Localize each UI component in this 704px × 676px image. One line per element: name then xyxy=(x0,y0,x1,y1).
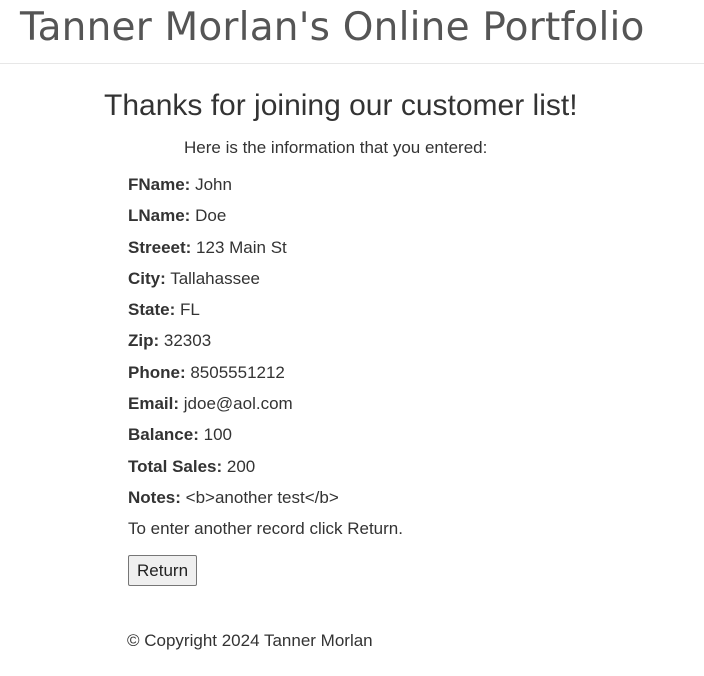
field-city: City: Tallahassee xyxy=(128,267,339,298)
field-label: Streeet: xyxy=(128,237,192,257)
field-label: Balance: xyxy=(128,425,199,445)
field-value: 123 Main St xyxy=(196,237,287,257)
site-title: Tanner Morlan's Online Portfolio xyxy=(20,5,645,50)
field-email: Email: jdoe@aol.com xyxy=(128,392,339,423)
page-title: Thanks for joining our customer list! xyxy=(104,89,578,122)
field-state: State: FL xyxy=(128,298,339,329)
field-phone: Phone: 8505551212 xyxy=(128,361,339,392)
field-zip: Zip: 32303 xyxy=(128,329,339,360)
return-instructions: To enter another record click Return. xyxy=(128,519,403,538)
field-balance: Balance: 100 xyxy=(128,423,339,454)
field-fname: FName: John xyxy=(128,173,339,204)
field-notes: Notes: <b>another test</b> xyxy=(128,486,339,517)
copyright-footer: © Copyright 2024 Tanner Morlan xyxy=(127,631,373,650)
field-label: Phone: xyxy=(128,362,186,382)
field-label: Email: xyxy=(128,394,180,414)
field-label: FName: xyxy=(128,175,191,194)
field-street: Streeet: 123 Main St xyxy=(128,236,339,267)
field-total-sales: Total Sales: 200 xyxy=(128,455,339,486)
field-value: FL xyxy=(179,300,200,320)
field-value: 100 xyxy=(203,425,232,445)
field-label: Notes: xyxy=(128,487,181,507)
field-label: LName: xyxy=(128,206,191,226)
field-value: 200 xyxy=(226,456,256,476)
field-value: 32303 xyxy=(163,331,212,351)
field-value: jdoe@aol.com xyxy=(183,394,293,414)
field-label: City: xyxy=(128,268,166,288)
field-label: Total Sales: xyxy=(128,456,223,476)
site-header: Tanner Morlan's Online Portfolio xyxy=(0,0,704,64)
field-value: <b>another test</b> xyxy=(185,487,339,507)
field-lname: LName: Doe xyxy=(128,204,339,235)
field-label: State: xyxy=(128,300,176,320)
return-button[interactable]: Return xyxy=(128,555,198,586)
field-value: John xyxy=(195,175,232,194)
field-value: Doe xyxy=(195,206,227,226)
customer-info-list: FName: John LName: Doe Streeet: 123 Main… xyxy=(128,173,339,517)
field-label: Zip: xyxy=(128,331,160,351)
field-value: Tallahassee xyxy=(170,268,260,288)
field-value: 8505551212 xyxy=(190,362,285,382)
intro-text: Here is the information that you entered… xyxy=(184,138,488,157)
